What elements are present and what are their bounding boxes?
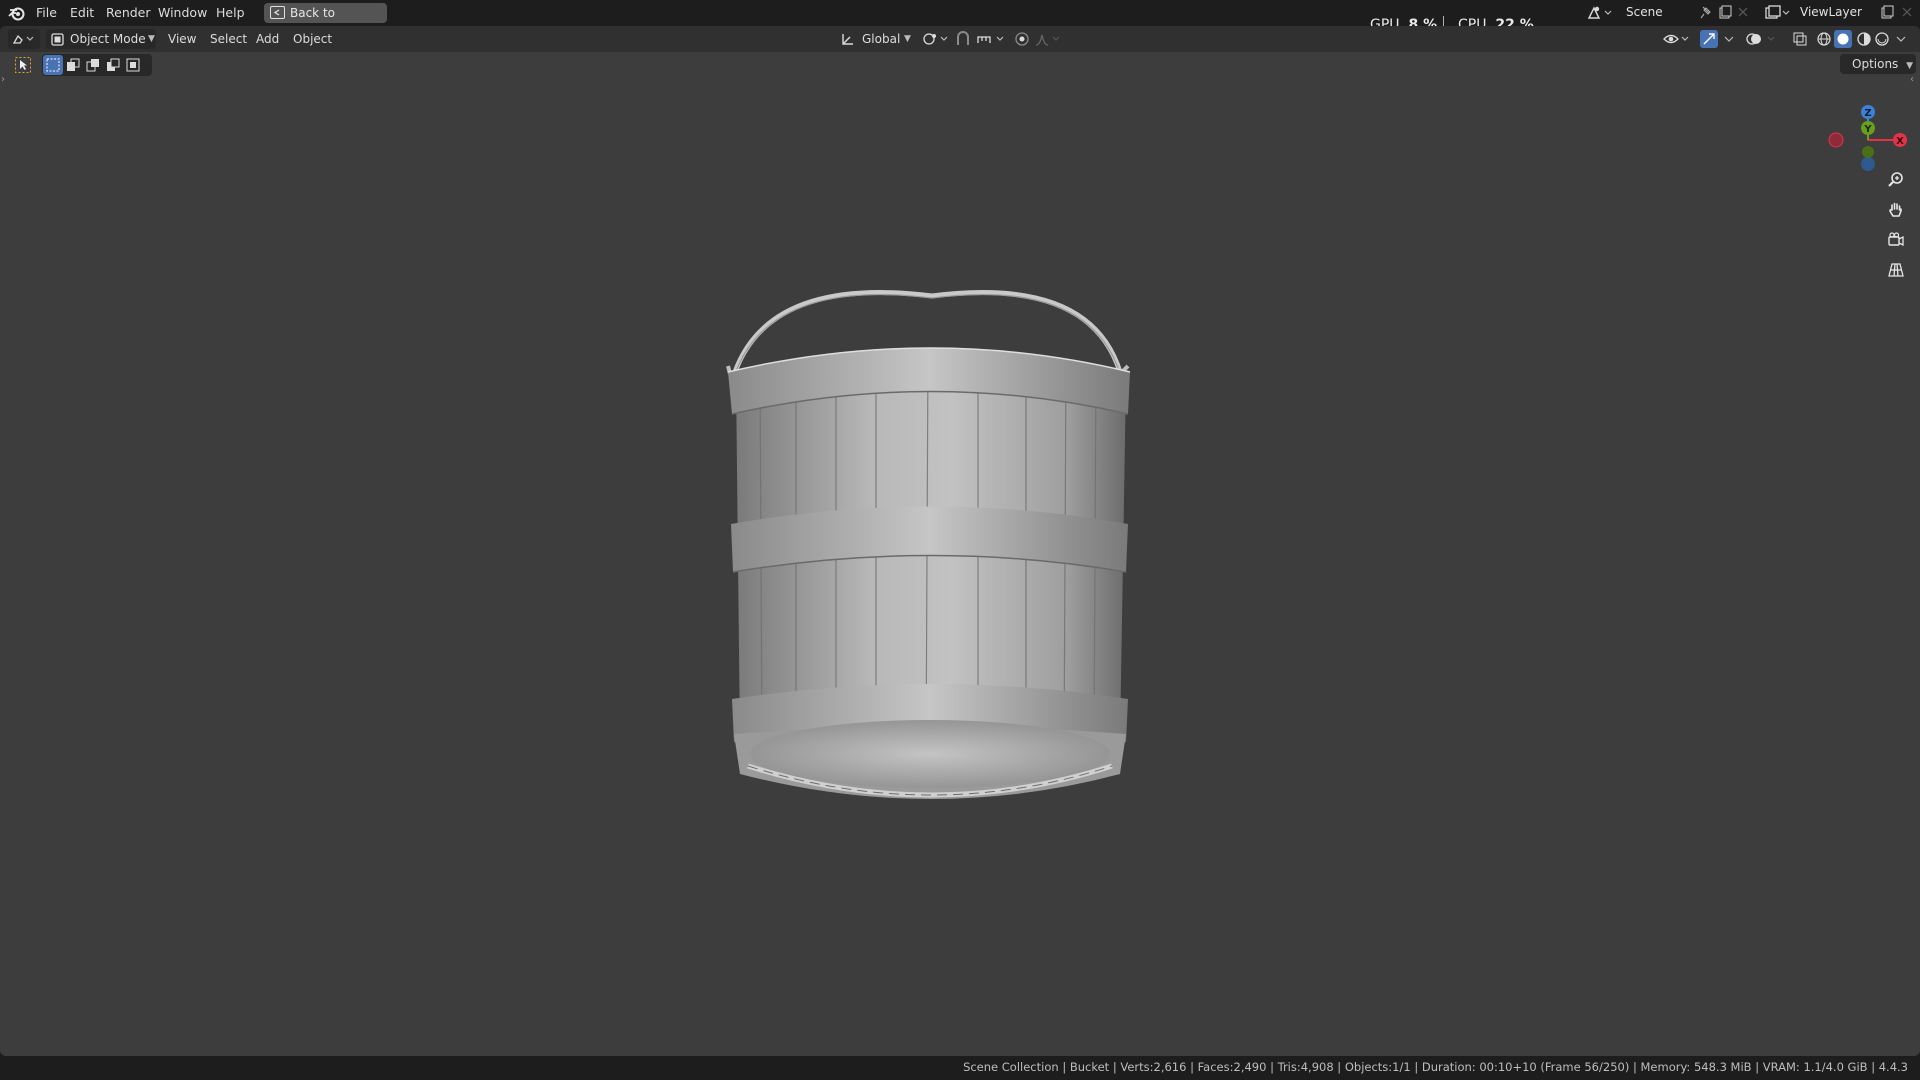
blender-logo-icon[interactable] bbox=[8, 4, 26, 22]
wireframe-shading-icon[interactable] bbox=[1816, 31, 1832, 47]
snap-target-icon[interactable] bbox=[976, 31, 1008, 47]
zoom-icon bbox=[1888, 172, 1903, 187]
bucket-object[interactable] bbox=[700, 254, 1160, 954]
menu-object[interactable]: Object bbox=[293, 30, 332, 48]
xray-toggle-icon[interactable] bbox=[1792, 31, 1808, 47]
sidebar-expand-arrow-icon[interactable]: ‹ bbox=[1910, 74, 1914, 85]
neg-x-axis-icon[interactable] bbox=[1828, 132, 1844, 148]
delete-view-layer-icon[interactable] bbox=[1902, 7, 1912, 17]
grid-perspective-icon bbox=[1888, 263, 1904, 277]
options-dropdown[interactable]: Options ▼ bbox=[1840, 54, 1916, 74]
rendered-shading-icon[interactable] bbox=[1874, 31, 1890, 47]
mode-dropdown[interactable]: Object Mode ▼ bbox=[46, 29, 156, 49]
selection-mode-group bbox=[42, 54, 152, 76]
neg-z-axis-icon[interactable] bbox=[1861, 157, 1875, 171]
proportional-falloff-icon[interactable] bbox=[1034, 31, 1062, 47]
back-screen-icon bbox=[270, 6, 285, 19]
pin-icon[interactable] bbox=[1700, 6, 1712, 19]
orientation-label: Global bbox=[862, 32, 901, 46]
options-label: Options bbox=[1852, 57, 1899, 71]
menu-render[interactable]: Render bbox=[104, 4, 153, 22]
scene-name: Scene bbox=[1626, 5, 1663, 19]
menu-file[interactable]: File bbox=[34, 4, 59, 22]
z-axis-label: Z bbox=[1864, 108, 1871, 119]
editor-type-dropdown[interactable] bbox=[8, 29, 40, 49]
view-layer-selector: ViewLayer bbox=[1762, 2, 1920, 23]
toolbar-expand-arrow-icon[interactable]: › bbox=[1, 74, 5, 85]
view-layer-name: ViewLayer bbox=[1800, 5, 1862, 19]
menu-view[interactable]: View bbox=[168, 30, 196, 48]
overlays-icon[interactable] bbox=[1746, 31, 1780, 47]
transform-orientation-icon bbox=[842, 34, 853, 45]
editor-type-icon bbox=[12, 34, 34, 44]
chevron-down-icon: ▼ bbox=[1906, 61, 1914, 71]
object-mode-icon bbox=[51, 33, 64, 46]
visibility-icon[interactable] bbox=[1662, 31, 1692, 47]
proportional-editing-icon[interactable] bbox=[1014, 31, 1030, 47]
select-subtract-icon[interactable] bbox=[86, 58, 100, 72]
select-invert-icon[interactable] bbox=[106, 58, 120, 72]
solid-shading-icon bbox=[1837, 33, 1849, 45]
menu-help[interactable]: Help bbox=[214, 4, 247, 22]
view-layer-name-field[interactable]: ViewLayer bbox=[1794, 2, 1878, 23]
top-bar: File Edit Render Window Help Back to Pre… bbox=[0, 0, 1920, 40]
status-bar: Scene Collection | Bucket | Verts:2,616 … bbox=[0, 1056, 1920, 1080]
select-new-button[interactable] bbox=[43, 55, 63, 75]
pivot-point-icon[interactable] bbox=[922, 31, 950, 47]
select-extend-icon[interactable] bbox=[66, 58, 80, 72]
neg-y-axis-icon[interactable] bbox=[1862, 146, 1874, 158]
select-new-icon bbox=[46, 58, 60, 72]
view-layer-browse-icon[interactable] bbox=[1764, 4, 1792, 21]
3d-viewport[interactable]: Object Mode ▼ View Select Add Object Glo… bbox=[0, 26, 1920, 1056]
hand-pan-icon bbox=[1889, 202, 1902, 217]
viewport-header: Object Mode ▼ View Select Add Object Glo… bbox=[0, 26, 1920, 52]
menu-add[interactable]: Add bbox=[256, 30, 279, 48]
pan-button[interactable] bbox=[1882, 196, 1910, 224]
material-shading-icon[interactable] bbox=[1856, 31, 1872, 47]
menu-select[interactable]: Select bbox=[210, 30, 247, 48]
chevron-down-icon: ▼ bbox=[904, 34, 911, 44]
select-box-tool-icon bbox=[15, 57, 31, 73]
camera-view-button[interactable] bbox=[1882, 226, 1910, 254]
new-scene-icon[interactable] bbox=[1718, 5, 1732, 19]
new-view-layer-icon[interactable] bbox=[1880, 5, 1894, 19]
gizmo-icon bbox=[1703, 33, 1715, 45]
chevron-down-icon[interactable] bbox=[1722, 31, 1736, 47]
back-to-previous-button[interactable]: Back to Previous bbox=[264, 3, 387, 40]
scene-browse-icon[interactable] bbox=[1586, 4, 1614, 21]
perspective-toggle-button[interactable] bbox=[1882, 256, 1910, 284]
gizmo-toggle-button[interactable] bbox=[1700, 30, 1718, 48]
zoom-button[interactable] bbox=[1882, 166, 1910, 194]
orientation-dropdown[interactable]: Global ▼ bbox=[836, 29, 914, 49]
shading-options-chevron-icon[interactable] bbox=[1894, 31, 1908, 47]
x-axis-label: X bbox=[1896, 136, 1904, 147]
mode-label: Object Mode bbox=[70, 32, 146, 46]
select-tool-button[interactable] bbox=[12, 54, 34, 76]
solid-shading-button[interactable] bbox=[1834, 30, 1852, 48]
select-intersect-icon[interactable] bbox=[126, 58, 140, 72]
menu-window[interactable]: Window bbox=[156, 4, 209, 22]
y-axis-label: Y bbox=[1863, 124, 1872, 135]
bucket-bottom bbox=[750, 720, 1110, 788]
menu-edit[interactable]: Edit bbox=[68, 4, 96, 22]
camera-icon bbox=[1888, 232, 1904, 247]
snap-toggle-icon[interactable] bbox=[954, 31, 972, 47]
delete-scene-icon[interactable] bbox=[1738, 7, 1748, 17]
scene-selector: Scene bbox=[1584, 2, 1750, 23]
scene-statistics: Scene Collection | Bucket | Verts:2,616 … bbox=[963, 1060, 1908, 1074]
chevron-down-icon: ▼ bbox=[148, 34, 155, 44]
